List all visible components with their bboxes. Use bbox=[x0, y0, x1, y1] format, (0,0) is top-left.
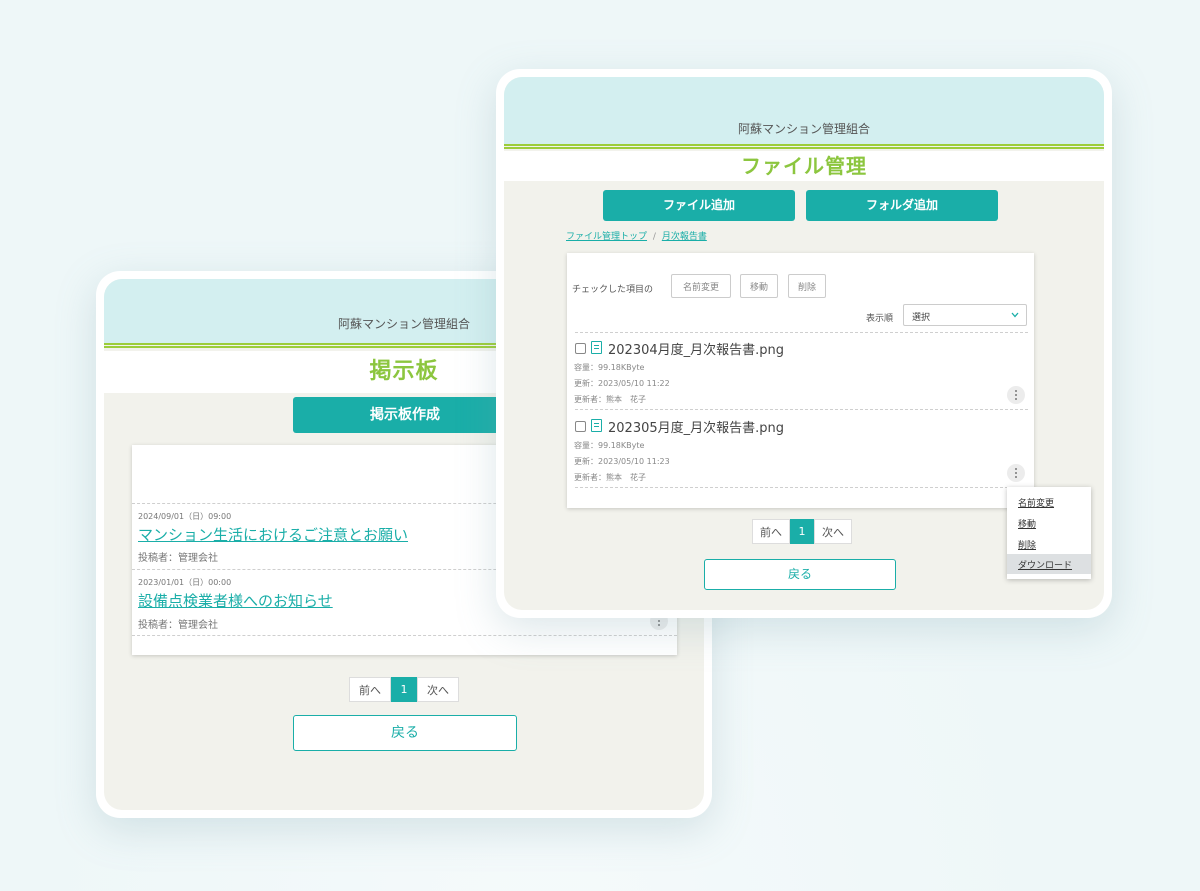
post-date: 2024/09/01（日）09:00 bbox=[138, 512, 232, 521]
file-updated: 更新：2023/05/10 11:22 bbox=[574, 379, 670, 388]
breadcrumb-root-link[interactable]: ファイル管理トップ bbox=[566, 232, 647, 242]
divider bbox=[575, 487, 1028, 488]
pager-current[interactable]: 1 bbox=[391, 677, 417, 702]
add-folder-button[interactable]: フォルダ追加 bbox=[806, 190, 998, 221]
kebab-menu-icon[interactable] bbox=[1007, 464, 1025, 482]
file-list-card: チェックした項目の 名前変更 移動 削除 表示順 選択 202304月度_月次報… bbox=[567, 253, 1034, 508]
pager-current[interactable]: 1 bbox=[790, 519, 814, 544]
post-title-link[interactable]: 設備点検業者様へのお知らせ bbox=[138, 590, 333, 611]
breadcrumb: ファイル管理トップ / 月次報告書 bbox=[566, 229, 707, 242]
file-updater: 更新者：熊本 花子 bbox=[574, 473, 646, 482]
pager-prev[interactable]: 前へ bbox=[349, 677, 391, 702]
post-author: 投稿者：管理会社 bbox=[138, 620, 218, 631]
file-name[interactable]: 202304月度_月次報告書.png bbox=[608, 339, 784, 358]
file-size: 容量：99.18KByte bbox=[574, 363, 645, 372]
pager-next[interactable]: 次へ bbox=[417, 677, 459, 702]
sort-select[interactable]: 選択 bbox=[903, 304, 1027, 326]
file-icon bbox=[591, 419, 602, 432]
bulk-delete-button[interactable]: 削除 bbox=[788, 274, 826, 298]
file-context-menu: 名前変更 移動 削除 ダウンロード bbox=[1007, 487, 1091, 579]
file-size: 容量：99.18KByte bbox=[574, 441, 645, 450]
context-move[interactable]: 移動 bbox=[1007, 513, 1091, 533]
org-name: 阿蘇マンション管理組合 bbox=[737, 122, 870, 136]
page-title: ファイル管理 bbox=[504, 151, 1104, 181]
file-name[interactable]: 202305月度_月次報告書.png bbox=[608, 417, 784, 436]
create-bulletin-button[interactable]: 掲示板作成 bbox=[293, 397, 517, 433]
breadcrumb-separator: / bbox=[652, 232, 656, 242]
chevron-down-icon bbox=[1011, 312, 1019, 318]
post-title-link[interactable]: マンション生活におけるご注意とお願い bbox=[138, 524, 408, 545]
pagination: 前へ 1 次へ bbox=[349, 677, 459, 702]
divider bbox=[575, 409, 1028, 410]
pager-next[interactable]: 次へ bbox=[814, 519, 852, 544]
add-file-button[interactable]: ファイル追加 bbox=[603, 190, 795, 221]
post-date: 2023/01/01（日）00:00 bbox=[138, 578, 232, 587]
divider bbox=[132, 635, 677, 636]
sort-select-value: 選択 bbox=[912, 313, 931, 323]
back-button[interactable]: 戻る bbox=[293, 715, 517, 751]
file-updated: 更新：2023/05/10 11:23 bbox=[574, 457, 670, 466]
file-icon bbox=[591, 341, 602, 354]
context-rename[interactable]: 名前変更 bbox=[1007, 492, 1091, 512]
post-author: 投稿者：管理会社 bbox=[138, 553, 218, 564]
file-checkbox[interactable] bbox=[575, 343, 586, 354]
divider bbox=[575, 332, 1028, 333]
context-download[interactable]: ダウンロード bbox=[1007, 554, 1091, 574]
context-delete[interactable]: 削除 bbox=[1007, 534, 1091, 554]
back-button[interactable]: 戻る bbox=[704, 559, 896, 590]
kebab-menu-icon[interactable] bbox=[1007, 386, 1025, 404]
bulk-move-button[interactable]: 移動 bbox=[740, 274, 778, 298]
breadcrumb-current[interactable]: 月次報告書 bbox=[662, 232, 707, 242]
file-header: 阿蘇マンション管理組合 bbox=[504, 77, 1104, 145]
sort-label: 表示順 bbox=[866, 314, 894, 324]
file-updater: 更新者：熊本 花子 bbox=[574, 395, 646, 404]
file-checkbox[interactable] bbox=[575, 421, 586, 432]
pager-prev[interactable]: 前へ bbox=[752, 519, 790, 544]
bulk-action-label: チェックした項目の bbox=[572, 285, 654, 295]
pagination: 前へ 1 次へ bbox=[752, 519, 852, 544]
bulk-rename-button[interactable]: 名前変更 bbox=[671, 274, 731, 298]
